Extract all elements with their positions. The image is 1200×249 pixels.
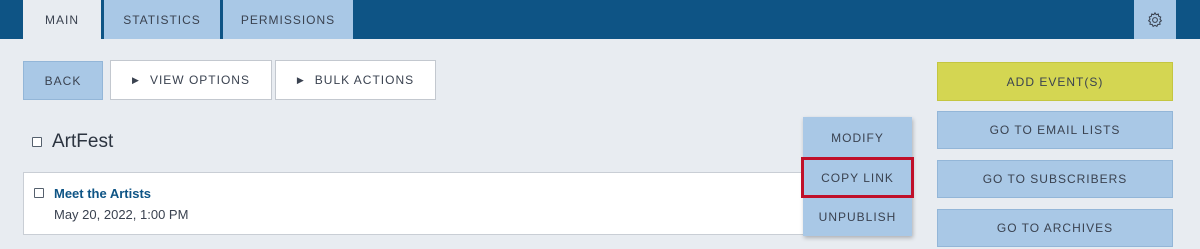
- go-to-archives-button[interactable]: GO TO ARCHIVES: [937, 209, 1173, 247]
- back-button-label: BACK: [44, 73, 82, 88]
- group-title: ArtFest: [52, 131, 114, 152]
- tab-main[interactable]: MAIN: [23, 0, 101, 39]
- view-options-label: VIEW OPTIONS: [149, 73, 250, 87]
- bulk-actions-button[interactable]: ▶ BULK ACTIONS: [275, 60, 436, 100]
- unpublish-menu-item[interactable]: UNPUBLISH: [803, 198, 912, 236]
- go-to-email-lists-button[interactable]: GO TO EMAIL LISTS: [937, 111, 1173, 149]
- group-checkbox[interactable]: [32, 137, 42, 147]
- event-title-link[interactable]: Meet the Artists: [54, 186, 151, 201]
- archives-label: GO TO ARCHIVES: [996, 221, 1114, 235]
- email-lists-label: GO TO EMAIL LISTS: [989, 123, 1121, 137]
- event-actions-dropdown: MODIFY COPY LINK UNPUBLISH: [801, 117, 914, 236]
- settings-button[interactable]: [1134, 0, 1176, 39]
- view-options-button[interactable]: ▶ VIEW OPTIONS: [110, 60, 272, 100]
- tab-statistics[interactable]: STATISTICS: [104, 0, 220, 39]
- add-events-label: ADD EVENT(S): [1006, 74, 1104, 89]
- tab-permissions[interactable]: PERMISSIONS: [223, 0, 353, 39]
- add-events-button[interactable]: ADD EVENT(S): [937, 62, 1173, 101]
- gear-icon: [1147, 11, 1163, 27]
- modify-menu-item[interactable]: MODIFY: [803, 119, 912, 157]
- event-checkbox[interactable]: [34, 188, 44, 198]
- event-date: May 20, 2022, 1:00 PM: [54, 207, 189, 222]
- copy-link-menu-item[interactable]: COPY LINK: [801, 157, 914, 198]
- bulk-actions-label: BULK ACTIONS: [314, 73, 415, 87]
- go-to-subscribers-button[interactable]: GO TO SUBSCRIBERS: [937, 160, 1173, 198]
- expand-triangle-icon: ▶: [132, 74, 140, 85]
- back-button[interactable]: BACK: [23, 61, 103, 100]
- subscribers-label: GO TO SUBSCRIBERS: [982, 172, 1128, 186]
- event-card: Meet the Artists May 20, 2022, 1:00 PM: [23, 172, 813, 235]
- expand-triangle-icon: ▶: [296, 74, 305, 85]
- top-nav-bar: MAIN STATISTICS PERMISSIONS: [0, 0, 1200, 39]
